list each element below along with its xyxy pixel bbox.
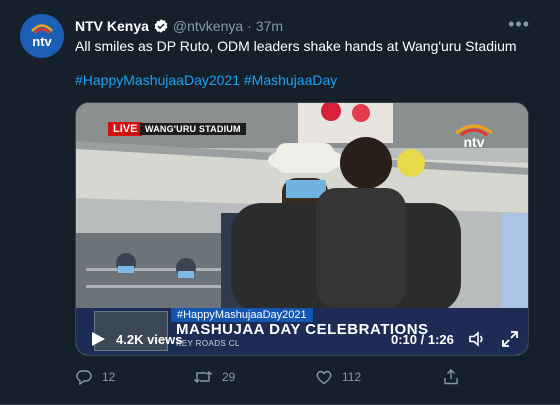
venue-badge: WANG'URU STADIUM <box>140 123 246 135</box>
reply-icon <box>76 370 92 386</box>
share-button[interactable] <box>442 368 460 386</box>
svg-text:ntv: ntv <box>464 134 485 149</box>
lower-third-subtitle: KEY ROADS CL <box>176 339 240 348</box>
tweet-header: NTV Kenya @ntvkenya · 37m <box>75 16 283 36</box>
tweet[interactable]: ntv NTV Kenya @ntvkenya · 37m ••• All sm… <box>0 0 560 405</box>
live-badge: LIVE <box>108 122 143 136</box>
hashtag-link[interactable]: #MashujaaDay <box>244 72 337 88</box>
like-count: 112 <box>342 370 362 384</box>
volume-icon[interactable] <box>468 330 486 348</box>
reply-button[interactable]: 12 <box>75 368 115 386</box>
fullscreen-icon[interactable] <box>501 330 519 348</box>
share-icon <box>444 369 458 385</box>
like-button[interactable]: 112 <box>315 368 361 386</box>
video-timecode: 0:10 / 1:26 <box>391 332 454 347</box>
lower-third-hashtag: #HappyMashujaaDay2021 <box>171 308 313 322</box>
video-player[interactable]: LIVE WANG'URU STADIUM ntv #HappyMashujaa… <box>75 102 529 356</box>
play-icon[interactable] <box>90 331 106 347</box>
tweet-text: All smiles as DP Ruto, ODM leaders shake… <box>75 38 517 54</box>
author-name[interactable]: NTV Kenya <box>75 18 149 34</box>
reply-count: 12 <box>102 370 116 384</box>
heart-icon <box>316 370 332 385</box>
hashtag-line: #HappyMashujaaDay2021 #MashujaaDay <box>75 72 337 88</box>
retweet-count: 29 <box>222 370 236 384</box>
tweet-timestamp[interactable]: 37m <box>256 18 283 34</box>
view-count: 4.2K views <box>116 332 183 347</box>
ntv-logo: ntv <box>455 124 493 149</box>
author-handle[interactable]: @ntvkenya <box>173 18 243 34</box>
avatar[interactable]: ntv <box>20 14 64 58</box>
verified-icon <box>154 19 168 33</box>
svg-text:ntv: ntv <box>32 34 52 49</box>
retweet-icon <box>194 371 212 383</box>
tweet-actions: 12 29 112 <box>75 368 535 388</box>
more-options-icon[interactable]: ••• <box>508 14 530 35</box>
separator-dot: · <box>247 18 252 34</box>
retweet-button[interactable]: 29 <box>193 368 235 386</box>
hashtag-link[interactable]: #HappyMashujaaDay2021 <box>75 72 240 88</box>
